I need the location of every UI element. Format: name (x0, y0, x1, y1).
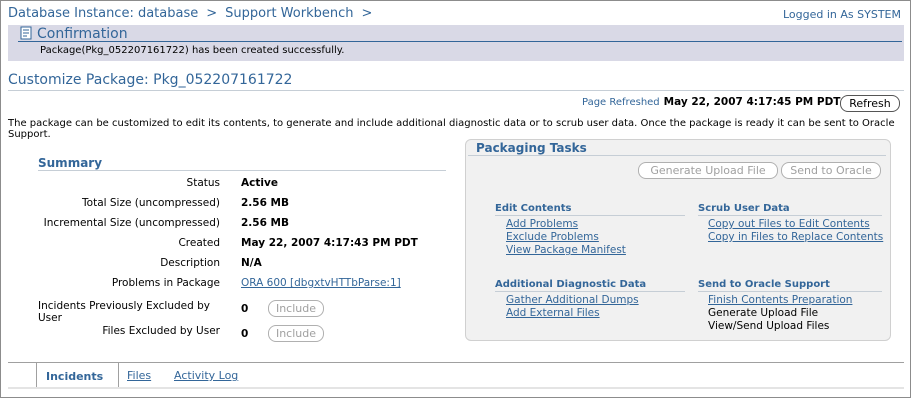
generate-upload-file-button[interactable]: Generate Upload File (638, 162, 778, 179)
confirmation-title-text: Confirmation (37, 26, 128, 42)
login-status: Logged in As SYSTEM (783, 8, 901, 21)
incremental-size-value: 2.56 MB (241, 217, 290, 229)
summary-divider (38, 170, 446, 171)
generate-upload-file-text: Generate Upload File (708, 307, 819, 319)
incremental-size-label: Incremental Size (uncompressed) (43, 217, 220, 229)
edit-contents-divider (495, 215, 685, 216)
packaging-tasks-panel: Packaging Tasks Generate Upload File Sen… (465, 139, 891, 341)
breadcrumb-support-workbench[interactable]: Support Workbench (225, 6, 353, 21)
exclude-problems-link[interactable]: Exclude Problems (506, 231, 599, 243)
description-value: N/A (241, 257, 262, 269)
page-refreshed-label: Page Refreshed (582, 97, 660, 108)
document-check-icon (20, 26, 32, 40)
status-label: Status (186, 177, 220, 189)
confirmation-title: Confirmation (20, 26, 128, 42)
page-refreshed-info: Page Refreshed May 22, 2007 4:17:45 PM PD… (582, 96, 840, 108)
total-size-label: Total Size (uncompressed) (82, 197, 220, 209)
additional-diagnostic-heading: Additional Diagnostic Data (495, 279, 647, 290)
view-send-upload-files-text: View/Send Upload Files (708, 320, 830, 332)
created-value: May 22, 2007 4:17:43 PM PDT (241, 237, 418, 249)
include-files-button[interactable]: Include (268, 325, 324, 342)
summary-title: Summary (38, 156, 103, 170)
add-external-files-link[interactable]: Add External Files (506, 307, 600, 319)
problems-label: Problems in Package (111, 277, 220, 289)
tab-bar-bottom (8, 387, 904, 389)
page-title-divider (8, 90, 904, 91)
total-size-value: 2.56 MB (241, 197, 290, 209)
tab-bar: Incidents Files Activity Log (8, 362, 904, 392)
breadcrumb: Database Instance: database > Support Work… (8, 6, 380, 21)
copy-in-files-link[interactable]: Copy in Files to Replace Contents (708, 231, 883, 243)
packaging-tasks-title: Packaging Tasks (476, 141, 587, 155)
tab-incidents[interactable]: Incidents (36, 363, 119, 387)
add-problems-link[interactable]: Add Problems (506, 218, 578, 230)
status-value: Active (241, 177, 278, 189)
breadcrumb-separator: > (361, 6, 373, 21)
gather-additional-dumps-link[interactable]: Gather Additional Dumps (506, 294, 639, 306)
additional-diagnostic-divider (495, 291, 685, 292)
edit-contents-heading: Edit Contents (495, 203, 572, 214)
confirmation-divider (18, 41, 902, 42)
files-excluded-label: Files Excluded by User (102, 325, 220, 337)
include-incidents-button[interactable]: Include (268, 300, 324, 317)
tab-files[interactable]: Files (127, 369, 151, 382)
send-to-oracle-support-divider (698, 291, 882, 292)
page-refreshed-timestamp: May 22, 2007 4:17:45 PM PDT (663, 96, 841, 108)
tab-activity-log[interactable]: Activity Log (174, 369, 238, 382)
breadcrumb-database-instance[interactable]: Database Instance: database (8, 6, 198, 21)
packaging-tasks-divider (468, 155, 886, 156)
page-title: Customize Package: Pkg_052207161722 (8, 72, 293, 88)
incidents-excluded-value: 0 (241, 303, 249, 315)
incidents-excluded-label: Incidents Previously Excluded by User (38, 300, 211, 324)
scrub-user-data-heading: Scrub User Data (698, 203, 790, 214)
view-package-manifest-link[interactable]: View Package Manifest (506, 244, 626, 256)
confirmation-box: Confirmation Package(Pkg_052207161722) h… (8, 25, 904, 61)
refresh-button[interactable]: Refresh (840, 95, 900, 112)
problems-link[interactable]: ORA 600 [dbgxtvHTTbParse:1] (241, 277, 401, 289)
confirmation-message: Package(Pkg_052207161722) has been creat… (40, 45, 345, 56)
send-to-oracle-button[interactable]: Send to Oracle (781, 162, 881, 179)
files-excluded-value: 0 (241, 328, 249, 340)
send-to-oracle-support-heading: Send to Oracle Support (698, 279, 830, 290)
description-label: Description (160, 257, 220, 269)
intro-text: The package can be customized to edit it… (8, 118, 895, 140)
created-label: Created (178, 237, 220, 249)
tab-bar-divider (8, 362, 904, 363)
scrub-user-data-divider (698, 215, 882, 216)
tab-incidents-label: Incidents (46, 370, 104, 383)
breadcrumb-separator: > (206, 6, 218, 21)
finish-contents-preparation-link[interactable]: Finish Contents Preparation (708, 294, 852, 306)
copy-out-files-link[interactable]: Copy out Files to Edit Contents (708, 218, 870, 230)
